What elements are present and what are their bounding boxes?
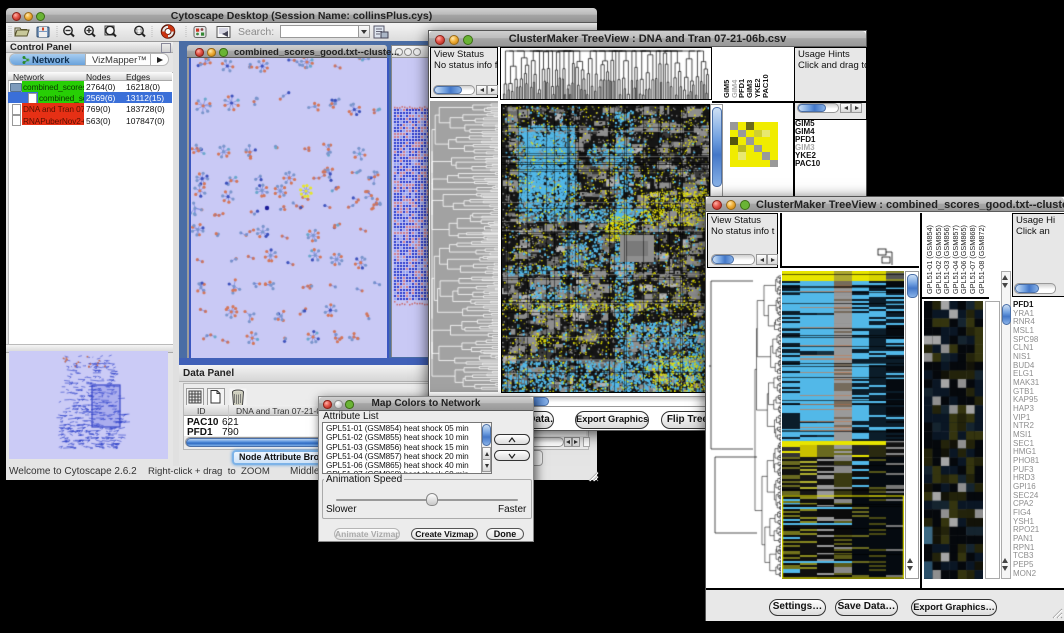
svg-text:1:1: 1:1 [136, 29, 143, 35]
